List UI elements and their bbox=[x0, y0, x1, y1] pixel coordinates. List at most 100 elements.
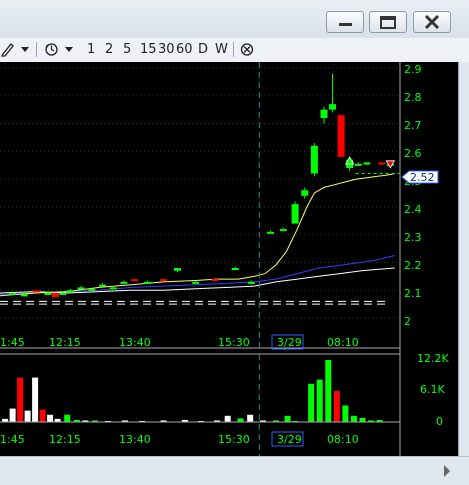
candle-body bbox=[247, 281, 255, 284]
volume-bar bbox=[342, 405, 349, 422]
timeframe-60[interactable]: 60 bbox=[176, 41, 193, 58]
refresh-button[interactable] bbox=[44, 41, 59, 62]
candle-body bbox=[192, 281, 200, 284]
ma-fast-line bbox=[0, 173, 395, 297]
price-tick: 2.6 bbox=[404, 147, 422, 160]
price-tick: 2 bbox=[404, 315, 411, 328]
draw-tool-dropdown[interactable] bbox=[20, 41, 30, 62]
dropdown-arrow-icon bbox=[21, 47, 29, 52]
close-icon bbox=[424, 14, 440, 30]
candle-body bbox=[354, 163, 362, 166]
time-label: 3/29 bbox=[277, 433, 302, 446]
candle-body bbox=[173, 268, 181, 271]
time-label: 15:30 bbox=[218, 433, 250, 446]
volume-bar bbox=[9, 408, 16, 422]
candle-body bbox=[51, 293, 59, 298]
timeframe-2[interactable]: 2 bbox=[105, 41, 113, 58]
candle-body bbox=[66, 290, 74, 293]
time-label: 08:10 bbox=[327, 336, 359, 349]
candle-body bbox=[131, 279, 139, 282]
last-price-value: 2.52 bbox=[410, 171, 435, 184]
maximize-button[interactable] bbox=[369, 11, 407, 33]
volume-bars bbox=[2, 360, 383, 422]
chart-toolbar: 1 2 5 15 30 60 D W bbox=[0, 38, 469, 63]
volume-bar bbox=[308, 383, 315, 422]
candle-body bbox=[291, 204, 299, 224]
candle-body bbox=[77, 287, 85, 290]
time-axis-price: 1:45 12:15 13:40 15:30 3/29 08:10 bbox=[0, 334, 359, 350]
price-candles bbox=[9, 73, 394, 298]
volume-bar bbox=[17, 377, 24, 422]
volume-bar bbox=[32, 377, 39, 422]
candle-body bbox=[279, 229, 287, 232]
candle-body bbox=[120, 281, 128, 284]
candle-body bbox=[337, 115, 345, 157]
timeframe-5[interactable]: 5 bbox=[123, 41, 131, 58]
toolbar-separator bbox=[233, 42, 234, 57]
price-tick: 2.7 bbox=[404, 119, 422, 132]
volume-tick: 12.2K bbox=[417, 352, 449, 365]
volume-axis: 12.2K 6.1K 0 bbox=[417, 352, 449, 428]
price-axis: 2.9 2.8 2.7 2.6 2.5 2.4 2.3 2.2 2.1 2 bbox=[404, 63, 422, 328]
candle-body bbox=[109, 287, 117, 290]
timeframe-day[interactable]: D bbox=[198, 41, 208, 58]
chart-area[interactable]: 2.9 2.8 2.7 2.6 2.5 2.4 2.3 2.2 2.1 2 2.… bbox=[0, 62, 469, 456]
price-tick: 2.2 bbox=[404, 259, 422, 272]
candle-body bbox=[267, 231, 274, 234]
candle-body bbox=[88, 288, 96, 291]
volume-bar bbox=[333, 391, 340, 422]
candle-body bbox=[301, 190, 309, 196]
time-label: 15:30 bbox=[218, 336, 250, 349]
volume-bar bbox=[237, 418, 244, 422]
reference-lines bbox=[0, 300, 390, 305]
time-label: 13:40 bbox=[119, 433, 151, 446]
time-label: 12:15 bbox=[49, 433, 81, 446]
close-button[interactable] bbox=[413, 11, 451, 33]
toolbar-separator bbox=[36, 42, 37, 57]
price-tick: 2.8 bbox=[404, 91, 422, 104]
candle-body bbox=[310, 145, 318, 174]
time-label: 1:45 bbox=[0, 433, 25, 446]
minimize-icon bbox=[339, 23, 352, 26]
candle-body bbox=[99, 284, 107, 287]
time-label: 13:40 bbox=[119, 336, 151, 349]
volume-bar bbox=[39, 409, 46, 422]
candle-body bbox=[143, 281, 151, 284]
volume-bar bbox=[284, 415, 291, 422]
draw-tool-button[interactable] bbox=[0, 41, 15, 62]
cancel-button[interactable] bbox=[240, 41, 254, 62]
moving-averages bbox=[0, 173, 395, 297]
candle-body bbox=[20, 294, 28, 297]
volume-bar bbox=[325, 360, 332, 422]
chart-canvas[interactable]: 2.9 2.8 2.7 2.6 2.5 2.4 2.3 2.2 2.1 2 2.… bbox=[0, 62, 469, 456]
refresh-icon bbox=[45, 43, 58, 56]
volume-bar bbox=[350, 415, 357, 422]
candle-body bbox=[378, 162, 386, 165]
scroll-arrow-icon bbox=[444, 465, 450, 477]
volume-tick: 0 bbox=[436, 415, 443, 428]
volume-bar bbox=[47, 414, 54, 422]
horizontal-scrollbar[interactable] bbox=[0, 456, 469, 481]
time-axis-volume: 1:45 12:15 13:40 15:30 3/29 08:10 bbox=[0, 431, 359, 447]
volume-bar bbox=[224, 415, 231, 422]
timeframe-15[interactable]: 15 bbox=[140, 41, 157, 58]
candle-body bbox=[32, 290, 40, 293]
volume-bar bbox=[316, 379, 323, 422]
timeframe-30[interactable]: 30 bbox=[158, 41, 175, 58]
time-label: 08:10 bbox=[327, 433, 359, 446]
candle-body bbox=[231, 268, 239, 270]
candle-body bbox=[329, 104, 337, 110]
maximize-icon bbox=[380, 16, 396, 29]
time-label: 12:15 bbox=[49, 336, 81, 349]
minimize-button[interactable] bbox=[326, 11, 364, 33]
timeframe-week[interactable]: W bbox=[215, 41, 228, 58]
signal-markers bbox=[344, 156, 400, 175]
candle-body bbox=[363, 162, 371, 165]
pencil-icon bbox=[0, 43, 14, 57]
price-tick: 2.1 bbox=[404, 287, 422, 300]
timeframe-1[interactable]: 1 bbox=[87, 41, 95, 58]
candle-body bbox=[44, 293, 52, 295]
interval-dropdown[interactable] bbox=[64, 41, 74, 62]
last-price-label: 2.52 bbox=[401, 170, 439, 184]
cancel-circle-icon bbox=[240, 43, 254, 56]
